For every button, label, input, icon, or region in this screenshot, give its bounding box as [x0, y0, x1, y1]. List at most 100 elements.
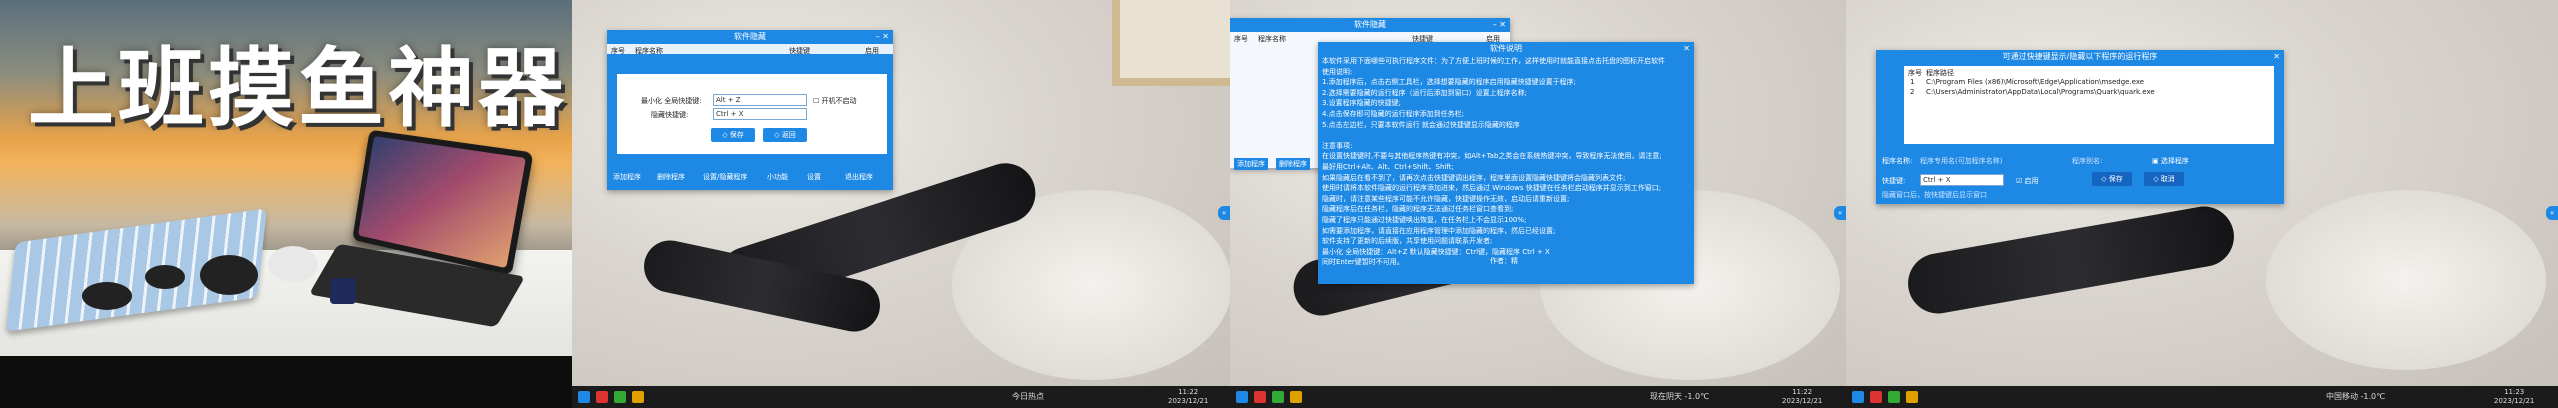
app-icon[interactable]: [1254, 391, 1266, 403]
photo-legs: [1903, 201, 2239, 319]
col-index: 序号: [1234, 35, 1248, 43]
label-program-name: 程序名称:: [1882, 157, 1913, 165]
cube-image: [330, 278, 356, 304]
label-hide-hotkey: 隐藏快捷键:: [651, 111, 689, 119]
folder-icon[interactable]: [1906, 391, 1918, 403]
taskbar: 现在阴天 -1.0℃ 11:22 2023/12/21: [1230, 386, 1846, 408]
cancel-button[interactable]: ◇ 取消: [2144, 172, 2184, 186]
help-line: 5.点击左边栏，只要本软件运行 就会通过快捷键显示隐藏的程序: [1322, 120, 1520, 129]
toolbar-tools[interactable]: 小功能: [767, 172, 788, 182]
taskbar-weather: 现在阴天 -1.0℃: [1650, 392, 1710, 401]
window-controls[interactable]: – ✕: [876, 30, 889, 44]
folder-icon[interactable]: [1290, 391, 1302, 403]
window-titlebar[interactable]: 软件隐藏 – ✕: [607, 30, 893, 44]
row-index: 1: [1910, 78, 1915, 86]
app-icon[interactable]: [596, 391, 608, 403]
window-title: 软件隐藏: [734, 32, 766, 41]
earbuds-image: [82, 282, 132, 310]
taskbar: 今日热点 11:22 2023/12/21: [572, 386, 1230, 408]
taskbar-clock: 11:22 2023/12/21: [1168, 388, 1209, 405]
mouse-image: [200, 255, 258, 295]
help-line: 如果隐藏后在看不到了，请再次点击快捷键调出程序，程序里面设置隐藏快捷键将会隐藏列…: [1322, 173, 1626, 182]
help-line: 使用时请将本软件隐藏的运行程序添加进来，然后通过 Windows 快捷键在任务栏…: [1322, 184, 1662, 193]
desktop-panel-4: 可通过快捷键显示/隐藏以下程序的运行程序 ✕ 序号 程序路径 1 C:\Prog…: [1846, 0, 2558, 408]
window-title: 软件隐藏: [1354, 20, 1386, 29]
help-line: 软件支持了更新的后续版，共享使用问题请联系开发者;: [1322, 237, 1493, 246]
mouse-image-2: [268, 246, 318, 282]
add-program-window[interactable]: 可通过快捷键显示/隐藏以下程序的运行程序 ✕ 序号 程序路径 1 C:\Prog…: [1876, 50, 2284, 204]
window-titlebar[interactable]: 可通过快捷键显示/隐藏以下程序的运行程序 ✕: [1876, 50, 2284, 64]
wall-frame: [1112, 0, 1230, 86]
desktop-panel-2: 软件隐藏 – ✕ 序号 程序名称 快捷键 启用 最小化 全局快捷键: 隐藏快捷键…: [572, 0, 1230, 408]
wechat-icon[interactable]: [1272, 391, 1284, 403]
program-name-value[interactable]: 程序专用名(可加程序名称): [1920, 156, 2002, 166]
show-hotkey-input[interactable]: Alt + Z: [713, 94, 807, 106]
cover-bottom-bar: [0, 356, 572, 408]
toolbar-delete[interactable]: 删除程序: [657, 172, 685, 182]
col-index: 序号: [611, 47, 625, 55]
enable-checkbox[interactable]: ☑ 启用: [2016, 176, 2039, 186]
label-hotkey: 快捷键:: [1882, 177, 1906, 185]
windows-icon[interactable]: [578, 391, 590, 403]
side-tab[interactable]: «: [1218, 206, 1230, 220]
row-path[interactable]: C:\Users\Administrator\AppData\Local\Pro…: [1926, 88, 2155, 96]
toolbar-add[interactable]: 添加程序: [1234, 158, 1268, 170]
save-button[interactable]: ◇ 保存: [711, 128, 755, 142]
program-list: 序号 程序路径 1 C:\Program Files (x86)\Microso…: [1904, 66, 2274, 144]
help-text-area: 本软件采用下面哪些可执行程序文件：为了方便上班时候的工作，这样使用时就能直接点击…: [1322, 56, 1690, 268]
save-button[interactable]: ◇ 保存: [2092, 172, 2132, 186]
autostart-checkbox[interactable]: ☐ 开机不启动: [813, 96, 857, 106]
col-enable: 启用: [865, 47, 879, 55]
taskbar-weather: 今日热点: [1012, 392, 1044, 401]
hint-text: 隐藏窗口后，按快捷键后显示窗口: [1882, 191, 1987, 199]
help-line: 3.设置程序隐藏的快捷键;: [1322, 99, 1402, 108]
help-line: 1.添加程序后，点击右侧工具栏，选择想要隐藏的程序启用隐藏快捷键设置于程序;: [1322, 78, 1577, 87]
window-titlebar[interactable]: 软件隐藏 – ✕: [1230, 18, 1510, 32]
taskbar: 中国移动 -1.0℃ 11:23 2023/12/21: [1846, 386, 2558, 408]
desktop-panel-3: 软件隐藏 – ✕ 序号 程序名称 快捷键 启用 添加程序 删除程序 软件说明 ✕…: [1230, 0, 1846, 408]
select-program-button[interactable]: ▣ 选择程序: [2152, 156, 2189, 166]
app-window[interactable]: 软件隐藏 – ✕ 序号 程序名称 快捷键 启用 最小化 全局快捷键: 隐藏快捷键…: [607, 30, 893, 190]
window-title: 可通过快捷键显示/隐藏以下程序的运行程序: [2002, 52, 2158, 61]
hide-hotkey-input[interactable]: Ctrl + X: [713, 108, 807, 120]
windows-icon[interactable]: [1236, 391, 1248, 403]
side-tab[interactable]: «: [2546, 206, 2558, 220]
wechat-icon[interactable]: [1888, 391, 1900, 403]
window-controls[interactable]: – ✕: [1493, 18, 1506, 32]
help-author: 作者：精: [1490, 257, 1518, 265]
taskbar-clock: 11:22 2023/12/21: [1782, 388, 1823, 405]
toolbar-hide[interactable]: 设置/隐藏程序: [703, 172, 747, 182]
toolbar-exit[interactable]: 退出程序: [845, 172, 873, 182]
help-dialog[interactable]: 软件说明 ✕ 本软件采用下面哪些可执行程序文件：为了方便上班时候的工作，这样使用…: [1318, 42, 1694, 284]
side-tab[interactable]: «: [1834, 206, 1846, 220]
taskbar-clock: 11:23 2023/12/21: [2494, 388, 2535, 405]
help-line: 本软件采用下面哪些可执行程序文件：为了方便上班时候的工作，这样使用时就能直接点击…: [1322, 57, 1665, 65]
toolbar-add[interactable]: 添加程序: [613, 172, 641, 182]
help-line: 使用说明:: [1322, 67, 1353, 76]
windows-icon[interactable]: [1852, 391, 1864, 403]
row-path[interactable]: C:\Program Files (x86)\Microsoft\Edge\Ap…: [1926, 78, 2144, 86]
table-header: 序号 程序名称 快捷键 启用: [607, 44, 893, 55]
help-line: 隐藏时，请注意某些程序可能不允许隐藏，快捷键操作无效，启动后请重新设置;: [1322, 194, 1570, 203]
help-line: 2.选择需要隐藏的运行程序（运行后添加到窗口）设置上程序名称;: [1322, 88, 1528, 97]
col-path: 程序路径: [1926, 69, 1954, 77]
help-line: [1322, 130, 1690, 141]
hotkey-input[interactable]: Ctrl + X: [1920, 174, 2004, 186]
wechat-icon[interactable]: [614, 391, 626, 403]
folder-icon[interactable]: [632, 391, 644, 403]
back-button[interactable]: ◇ 返回: [763, 128, 807, 142]
help-close-icon[interactable]: ✕: [1683, 42, 1690, 56]
help-line: 4.点击保存即可隐藏的运行程序添加到任务栏;: [1322, 109, 1465, 118]
toolbar-delete[interactable]: 删除程序: [1276, 158, 1310, 170]
help-line: 隐藏程序后在任务栏，隐藏的程序无法通过任务栏窗口查看到;: [1322, 205, 1514, 214]
cover-panel: 上班摸鱼神器: [0, 0, 572, 408]
hotkey-dialog: 最小化 全局快捷键: 隐藏快捷键: Alt + Z Ctrl + X ☐ 开机不…: [615, 72, 889, 156]
toolbar: 添加程序 删除程序 设置/隐藏程序 小功能 设置 退出程序: [607, 168, 893, 186]
toolbar-settings[interactable]: 设置: [807, 172, 821, 182]
col-index: 序号: [1908, 69, 1922, 77]
col-name: 程序名称: [1258, 35, 1286, 43]
app-icon[interactable]: [1870, 391, 1882, 403]
window-close-icon[interactable]: ✕: [2273, 50, 2280, 64]
help-titlebar[interactable]: 软件说明 ✕: [1318, 42, 1694, 56]
help-line: 隐藏了程序只能通过快捷键唤出恢复，在任务栏上不会显示100%;: [1322, 215, 1527, 224]
